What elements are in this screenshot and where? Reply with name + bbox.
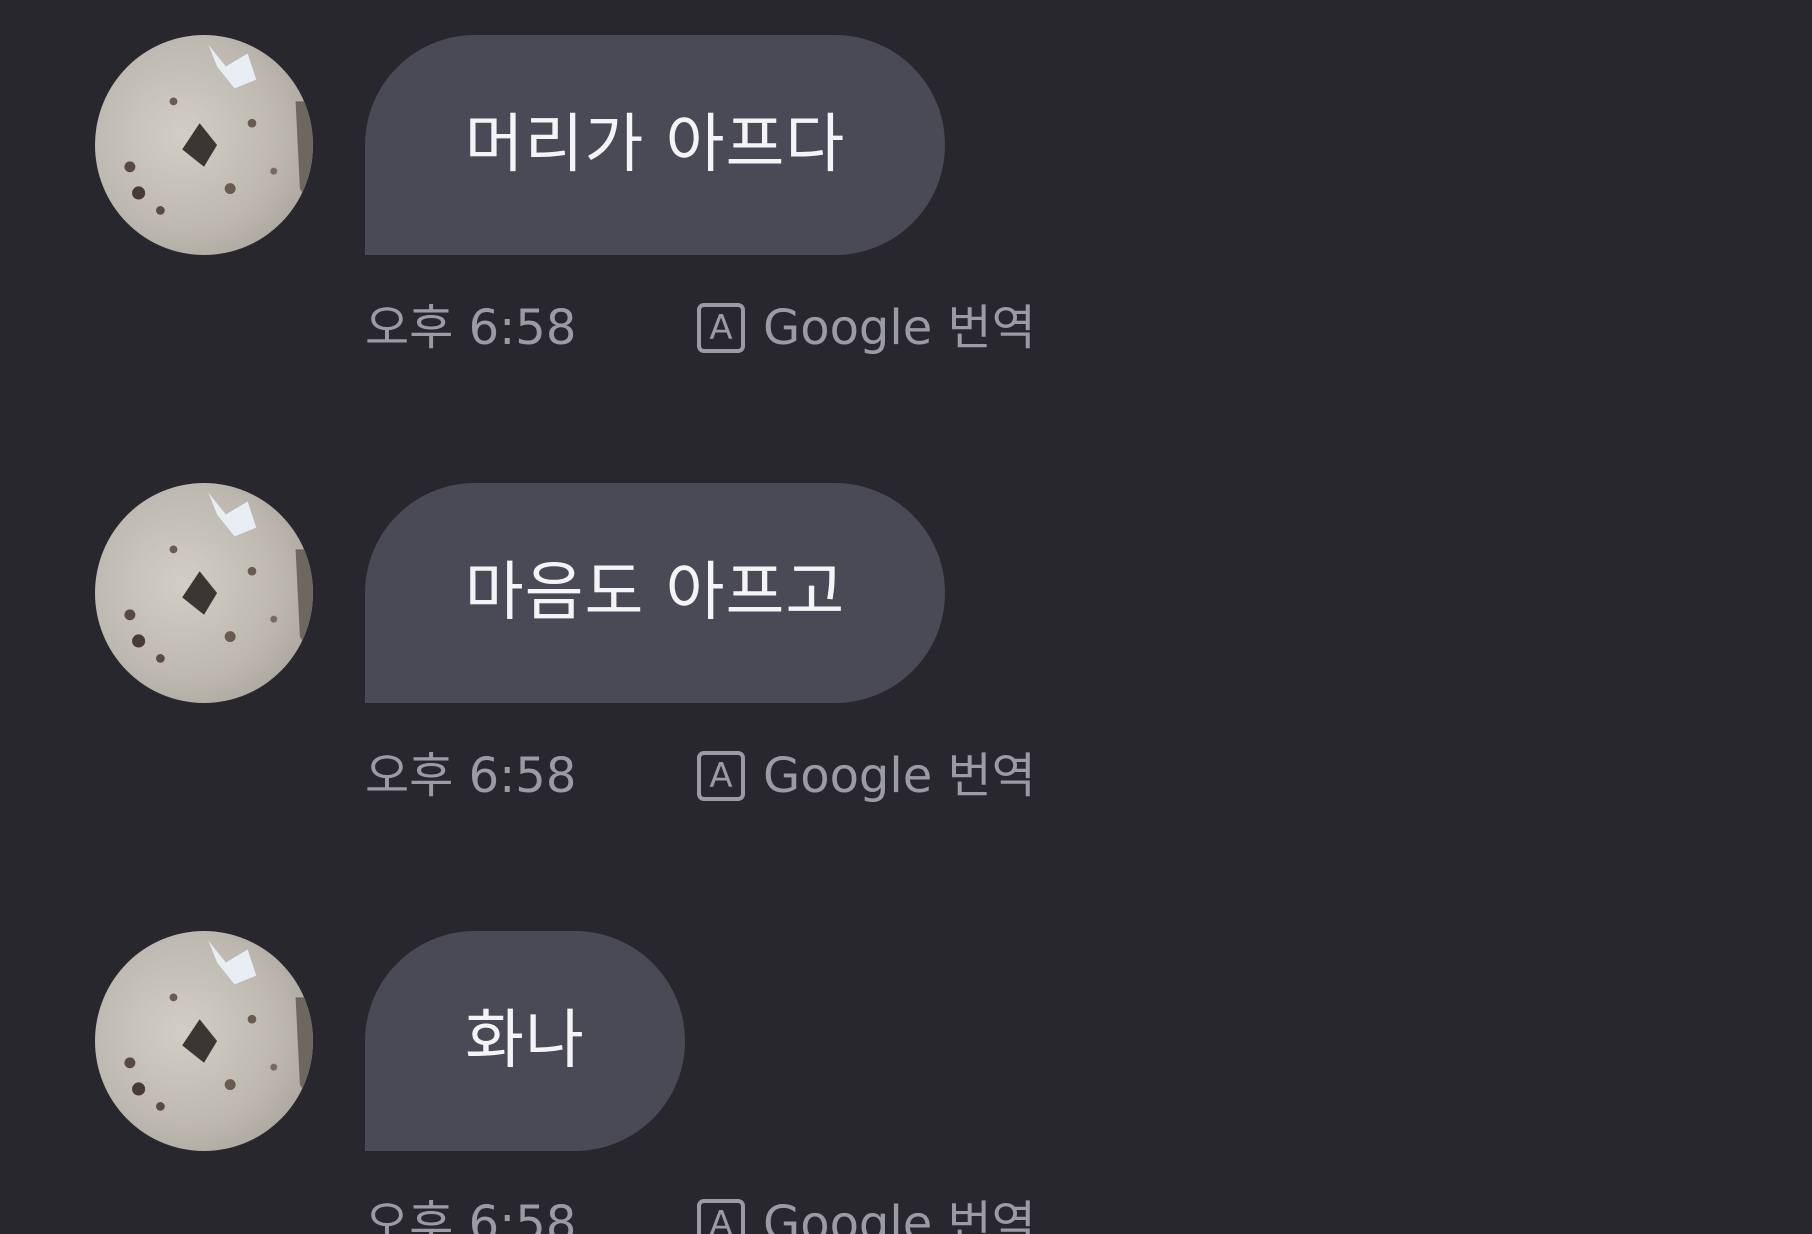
message-time: 오후 6:58 [365,748,577,804]
message-time: 오후 6:58 [365,1196,577,1234]
translate-icon: A [697,751,745,801]
message-time: 오후 6:58 [365,300,577,356]
translate-label: Google 번역 [763,1196,1036,1234]
avatar[interactable] [95,483,313,703]
avatar[interactable] [95,35,313,255]
message-bubble[interactable]: 화나 [365,931,685,1151]
chat-screen: 머리가 아프다 오후 6:58 A Google 번역 마음도 아프고 오후 6… [0,0,1812,1234]
translate-icon: A [697,1199,745,1234]
avatar-image [124,492,313,663]
message-bubble[interactable]: 마음도 아프고 [365,483,945,703]
google-translate-button[interactable]: A Google 번역 [697,741,1036,811]
message-row: 화나 오후 6:58 A Google 번역 [0,931,1812,1234]
message-row: 머리가 아프다 오후 6:58 A Google 번역 [0,35,1812,395]
message-meta: 오후 6:58 A Google 번역 [365,741,1365,811]
avatar-image [124,44,313,215]
message-meta: 오후 6:58 A Google 번역 [365,293,1365,363]
message-row: 마음도 아프고 오후 6:58 A Google 번역 [0,483,1812,843]
message-meta: 오후 6:58 A Google 번역 [365,1189,1365,1234]
avatar-image [124,940,313,1111]
translate-icon: A [697,303,745,353]
translate-label: Google 번역 [763,300,1036,356]
message-bubble[interactable]: 머리가 아프다 [365,35,945,255]
google-translate-button[interactable]: A Google 번역 [697,1189,1036,1234]
google-translate-button[interactable]: A Google 번역 [697,293,1036,363]
avatar[interactable] [95,931,313,1151]
translate-label: Google 번역 [763,748,1036,804]
